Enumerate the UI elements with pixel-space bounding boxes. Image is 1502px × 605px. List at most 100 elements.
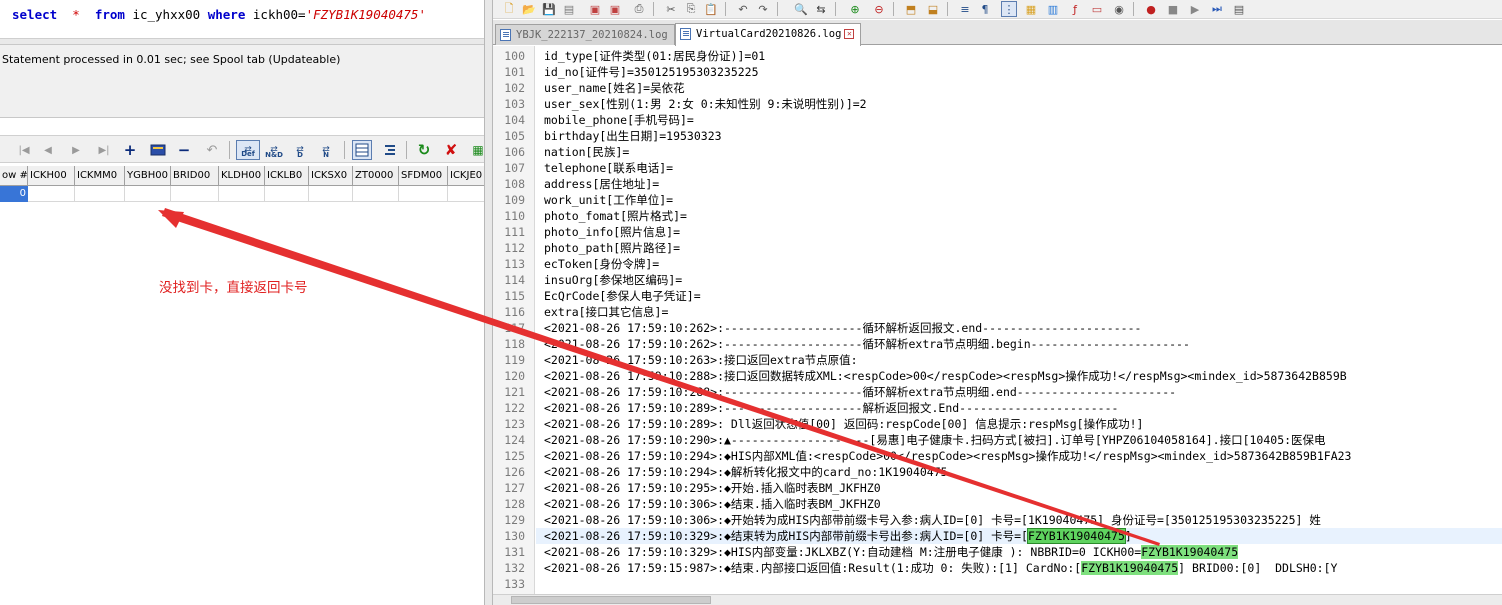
column-header[interactable]: YGBH00: [125, 166, 171, 186]
sync-vertical-icon[interactable]: ⬒: [903, 1, 919, 17]
scrollbar-thumb[interactable]: [511, 596, 711, 604]
code-line[interactable]: telephone[联系电话]=: [544, 160, 673, 176]
column-header[interactable]: ZT0000: [353, 166, 399, 186]
code-line[interactable]: user_name[姓名]=吴依花: [544, 80, 685, 96]
insert-record-icon[interactable]: +: [120, 140, 140, 160]
cut-icon[interactable]: ✂: [663, 1, 679, 17]
code-line[interactable]: birthday[出生日期]=19530323: [544, 128, 722, 144]
grid-cell[interactable]: [28, 186, 75, 202]
table-row[interactable]: 0: [0, 186, 484, 202]
code-line[interactable]: <2021-08-26 17:59:10:306>:◆开始转为成HIS内部带前缀…: [544, 512, 1321, 528]
code-line[interactable]: photo_path[照片路径]=: [544, 240, 680, 256]
grid-cell[interactable]: [353, 186, 399, 202]
splitter[interactable]: [484, 0, 493, 605]
column-header[interactable]: SFDM00: [399, 166, 448, 186]
next-record-icon[interactable]: ▶: [66, 140, 86, 160]
column-header-row-number[interactable]: ow #: [0, 166, 28, 186]
refresh-icon[interactable]: ↻: [414, 140, 434, 160]
code-line[interactable]: id_type[证件类型(01:居民身份证)]=01: [544, 48, 765, 64]
code-line[interactable]: work_unit[工作单位]=: [544, 192, 673, 208]
save-all-icon[interactable]: ▤: [561, 1, 577, 17]
column-header[interactable]: ICKMM0: [75, 166, 125, 186]
code-area[interactable]: 100 101 102 103 104 105 106 107 108 109 110 111 112 1…: [493, 46, 1502, 594]
clear-icon[interactable]: ✘: [441, 140, 461, 160]
horizontal-scrollbar[interactable]: [493, 594, 1502, 605]
code-line[interactable]: user_sex[性别(1:男 2:女 0:未知性别 9:未说明性别)]=2: [544, 96, 867, 112]
code-line[interactable]: photo_info[照片信息]=: [544, 224, 680, 240]
new-file-icon[interactable]: 🗋: [501, 1, 517, 17]
grid-cell[interactable]: [265, 186, 309, 202]
single-record-view-icon[interactable]: [380, 140, 400, 160]
code-line[interactable]: <2021-08-26 17:59:10:289>:--------------…: [544, 400, 1118, 416]
close-icon[interactable]: ▣: [587, 1, 603, 17]
run-macro-multiple-icon[interactable]: ⏭: [1209, 1, 1225, 17]
grid-cell[interactable]: [75, 186, 125, 202]
undo-icon[interactable]: ↶: [735, 1, 751, 17]
code-line[interactable]: <2021-08-26 17:59:10:294>:◆HIS内部XML值:<re…: [544, 448, 1351, 464]
column-header[interactable]: ICKJE0: [448, 166, 484, 186]
row-index-cell[interactable]: 0: [0, 186, 28, 202]
first-record-icon[interactable]: |◀: [14, 140, 34, 160]
code-line[interactable]: insuOrg[参保地区编码]=: [544, 272, 682, 288]
monitoring-icon[interactable]: ◉: [1111, 1, 1127, 17]
print-icon[interactable]: ⎙: [631, 1, 647, 17]
code-line[interactable]: <2021-08-26 17:59:10:295>:◆开始.插入临时表BM_JK…: [544, 480, 881, 496]
grid-cell[interactable]: [219, 186, 265, 202]
grid-cell[interactable]: [125, 186, 171, 202]
sql-statement[interactable]: select * from ic_yhxx00 where ickh00='FZ…: [12, 7, 426, 22]
status-horizontal-scrollbar[interactable]: [0, 117, 484, 131]
find-icon[interactable]: 🔍: [793, 1, 809, 17]
sql-editor[interactable]: select * from ic_yhxx00 where ickh00='FZ…: [0, 0, 484, 44]
code-line[interactable]: <2021-08-26 17:59:10:290>:▲-------------…: [544, 432, 1326, 448]
edit-record-icon[interactable]: [149, 140, 169, 160]
code-line[interactable]: <2021-08-26 17:59:10:288>:--------------…: [544, 384, 1176, 400]
column-header[interactable]: ICKLB0: [265, 166, 309, 186]
open-file-icon[interactable]: 📂: [521, 1, 537, 17]
replace-icon[interactable]: ⇆: [813, 1, 829, 17]
code-line[interactable]: <2021-08-26 17:59:10:262>:--------------…: [544, 336, 1190, 352]
column-header[interactable]: BRID00: [171, 166, 219, 186]
code-line[interactable]: <2021-08-26 17:59:10:288>:接口返回数据转成XML:<r…: [544, 368, 1347, 384]
playback-macro-icon[interactable]: ▶: [1187, 1, 1203, 17]
column-header[interactable]: KLDH00: [219, 166, 265, 186]
sync-horizontal-icon[interactable]: ⬓: [925, 1, 941, 17]
tab-virtualcard-log[interactable]: VirtualCard20210826.log ✕: [675, 23, 862, 46]
show-d-button[interactable]: ⇄ D: [290, 140, 310, 160]
code-line[interactable]: photo_fomat[照片格式]=: [544, 208, 687, 224]
grid-cell[interactable]: [448, 186, 484, 202]
code-line[interactable]: nation[民族]=: [544, 144, 629, 160]
word-wrap-icon[interactable]: ≡: [957, 1, 973, 17]
close-tab-icon[interactable]: ✕: [844, 29, 855, 39]
show-nd-button[interactable]: ⇄ N&D: [262, 140, 286, 160]
user-defined-language-icon[interactable]: ▦: [1023, 1, 1039, 17]
show-all-characters-icon[interactable]: ¶: [977, 1, 993, 17]
indent-guide-icon[interactable]: ⋮: [1001, 1, 1017, 17]
show-n-button[interactable]: ⇄ N: [316, 140, 336, 160]
close-all-icon[interactable]: ▣: [607, 1, 623, 17]
copy-icon[interactable]: ⎘: [683, 1, 699, 17]
zoom-out-icon[interactable]: ⊖: [871, 1, 887, 17]
folder-workspace-icon[interactable]: ▭: [1089, 1, 1105, 17]
code-line[interactable]: ecToken[身份令牌]=: [544, 256, 659, 272]
delete-record-icon[interactable]: −: [174, 140, 194, 160]
code-line[interactable]: <2021-08-26 17:59:15:987>:◆结束.内部接口返回值:Re…: [544, 560, 1337, 576]
grid-cell[interactable]: [171, 186, 219, 202]
code-line[interactable]: <2021-08-26 17:59:10:306>:◆结束.插入临时表BM_JK…: [544, 496, 881, 512]
grid-view-icon[interactable]: [352, 140, 372, 160]
code-line[interactable]: <2021-08-26 17:59:10:289>: Dll返回状态值[00] …: [544, 416, 1143, 432]
code-line[interactable]: address[居住地址]=: [544, 176, 659, 192]
code-line[interactable]: <2021-08-26 17:59:10:329>:◆HIS内部变量:JKLXB…: [544, 544, 1239, 560]
zoom-in-icon[interactable]: ⊕: [847, 1, 863, 17]
save-icon[interactable]: 💾: [541, 1, 557, 17]
last-record-icon[interactable]: ▶|: [94, 140, 114, 160]
code-line[interactable]: <2021-08-26 17:59:10:263>:接口返回extra节点原值:: [544, 352, 858, 368]
code-line[interactable]: EcQrCode[参保人电子凭证]=: [544, 288, 701, 304]
grid-cell[interactable]: [309, 186, 353, 202]
cancel-edit-icon[interactable]: ↶: [202, 140, 222, 160]
tab-ybjk-log[interactable]: YBJK_222137_20210824.log: [495, 24, 675, 45]
column-header[interactable]: ICKH00: [28, 166, 75, 186]
document-map-icon[interactable]: ▥: [1045, 1, 1061, 17]
save-macro-icon[interactable]: ▤: [1231, 1, 1247, 17]
function-list-icon[interactable]: ƒ: [1067, 1, 1083, 17]
show-def-button[interactable]: ⇄ Def: [236, 140, 260, 160]
